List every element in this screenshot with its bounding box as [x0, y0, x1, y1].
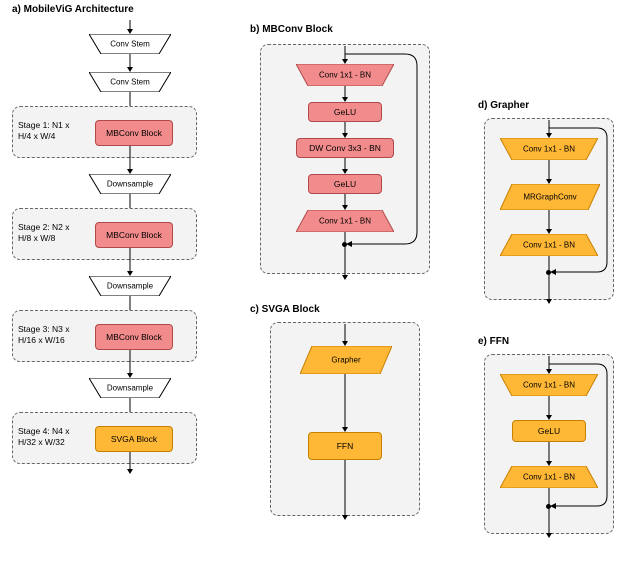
stage1-mbconv-label: MBConv Block	[106, 128, 162, 138]
grapher-skip	[549, 128, 613, 278]
conv-stem-2-label: Conv Stem	[89, 78, 171, 87]
ffn-skip	[549, 364, 613, 512]
title-a: a) MobileViG Architecture	[12, 4, 134, 15]
arrow-a-1	[129, 54, 131, 72]
stage4-label: Stage 4: N4 x H/32 x W/32	[18, 426, 70, 447]
stage3-mbconv-label: MBConv Block	[106, 332, 162, 342]
downsample-2: Downsample	[89, 276, 171, 296]
svga-grapher: Grapher	[300, 346, 392, 374]
downsample-2-label: Downsample	[89, 282, 171, 291]
arrow-b-out	[344, 232, 346, 280]
arrow-a-5	[129, 248, 131, 276]
arrow-a-in	[129, 20, 131, 34]
stage4-svga-label: SVGA Block	[111, 434, 157, 444]
arrow-a-out	[129, 452, 131, 474]
svga-grapher-label: Grapher	[300, 356, 392, 365]
arrow-a-7	[129, 350, 131, 378]
arrow-c-1	[344, 374, 346, 432]
conv-stem-1-label: Conv Stem	[89, 40, 171, 49]
conv-stem-1: Conv Stem	[89, 34, 171, 54]
stage1-label: Stage 1: N1 x H/4 x W/4	[18, 120, 70, 141]
downsample-1: Downsample	[89, 174, 171, 194]
stage4-svga: SVGA Block	[95, 426, 173, 452]
svga-ffn: FFN	[308, 432, 382, 460]
stage3-label: Stage 3: N3 x H/16 x W/16	[18, 324, 70, 345]
stage1-mbconv: MBConv Block	[95, 120, 173, 146]
downsample-3: Downsample	[89, 378, 171, 398]
downsample-3-label: Downsample	[89, 384, 171, 393]
mbconv-merge-dot	[342, 242, 347, 247]
arrow-c-in	[344, 324, 346, 346]
ffn-merge-dot	[546, 504, 551, 509]
svga-ffn-label: FFN	[337, 441, 354, 451]
arrow-a-3	[129, 146, 131, 174]
grapher-merge-dot	[546, 270, 551, 275]
downsample-1-label: Downsample	[89, 180, 171, 189]
stage2-mbconv-label: MBConv Block	[106, 230, 162, 240]
mbconv-skip	[345, 54, 423, 250]
stage2-label: Stage 2: N2 x H/8 x W/8	[18, 222, 70, 243]
stage3-mbconv: MBConv Block	[95, 324, 173, 350]
title-b: b) MBConv Block	[250, 24, 333, 35]
title-c: c) SVGA Block	[250, 304, 320, 315]
title-d: d) Grapher	[478, 100, 529, 111]
title-e: e) FFN	[478, 336, 509, 347]
stage2-mbconv: MBConv Block	[95, 222, 173, 248]
arrow-c-out	[344, 460, 346, 520]
conv-stem-2: Conv Stem	[89, 72, 171, 92]
